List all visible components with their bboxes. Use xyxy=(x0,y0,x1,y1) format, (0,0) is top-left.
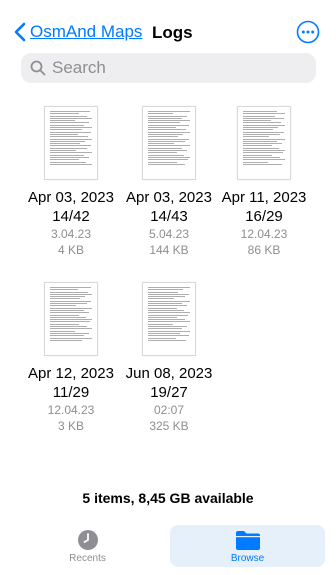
file-name-line1: Jun 08, 2023 xyxy=(125,365,213,382)
tab-browse-label: Browse xyxy=(230,553,265,564)
tab-browse[interactable]: Browse xyxy=(170,525,325,567)
file-name-line2: 19/27 xyxy=(150,384,188,401)
file-date: 5.04.23 xyxy=(148,227,190,241)
file-size: 3 KB xyxy=(57,419,84,433)
clock-icon xyxy=(77,530,98,550)
file-size: 4 KB xyxy=(57,243,84,257)
folder-icon xyxy=(235,531,260,550)
chevron-left-icon xyxy=(14,22,26,42)
file-size: 86 KB xyxy=(247,243,281,257)
navigation-bar: OsmAnd Maps Logs xyxy=(0,18,336,48)
page-title: Logs xyxy=(152,23,193,42)
tab-recents-label: Recents xyxy=(69,553,106,564)
document-thumbnail xyxy=(142,282,196,356)
file-name-line2: 14/42 xyxy=(52,208,90,225)
file-name-line1: Apr 03, 2023 xyxy=(126,189,212,206)
document-thumbnail xyxy=(44,106,98,180)
back-button-label: OsmAnd Maps xyxy=(30,22,143,41)
tab-recents[interactable]: Recents xyxy=(10,525,165,567)
file-size: 325 KB xyxy=(149,419,189,433)
document-thumbnail xyxy=(44,282,98,356)
file-name-line1: Apr 11, 2023 xyxy=(221,189,307,206)
file-item[interactable]: Apr 03, 2023 14/43 5.04.23 144 KB xyxy=(120,106,218,258)
search-field[interactable]: Search xyxy=(21,53,316,83)
file-name-line2: 11/29 xyxy=(52,384,90,401)
file-item[interactable]: Apr 11, 2023 16/29 12.04.23 86 KB xyxy=(215,106,313,258)
document-thumbnail xyxy=(237,106,291,180)
search-placeholder: Search xyxy=(52,58,106,77)
file-name-line1: Apr 03, 2023 xyxy=(28,189,114,206)
file-name-line1: Apr 12, 2023 xyxy=(28,365,114,382)
file-date: 12.04.23 xyxy=(240,227,288,241)
back-button[interactable]: OsmAnd Maps xyxy=(14,22,142,42)
document-thumbnail xyxy=(142,106,196,180)
file-date: 12.04.23 xyxy=(47,403,95,417)
file-date: 02:07 xyxy=(153,403,185,417)
file-item[interactable]: Jun 08, 2023 19/27 02:07 325 KB xyxy=(120,282,218,434)
file-item[interactable]: Apr 12, 2023 11/29 12.04.23 3 KB xyxy=(22,282,120,434)
search-icon xyxy=(30,60,46,76)
more-options-icon[interactable] xyxy=(296,20,320,44)
storage-status: 5 items, 8,45 GB available xyxy=(82,490,254,506)
file-date: 3.04.23 xyxy=(50,227,92,241)
file-item[interactable]: Apr 03, 2023 14/42 3.04.23 4 KB xyxy=(22,106,120,258)
file-name-line2: 16/29 xyxy=(245,208,283,225)
file-name-line2: 14/43 xyxy=(150,208,188,225)
file-size: 144 KB xyxy=(149,243,189,257)
tab-bar: Recents Browse xyxy=(0,525,336,575)
